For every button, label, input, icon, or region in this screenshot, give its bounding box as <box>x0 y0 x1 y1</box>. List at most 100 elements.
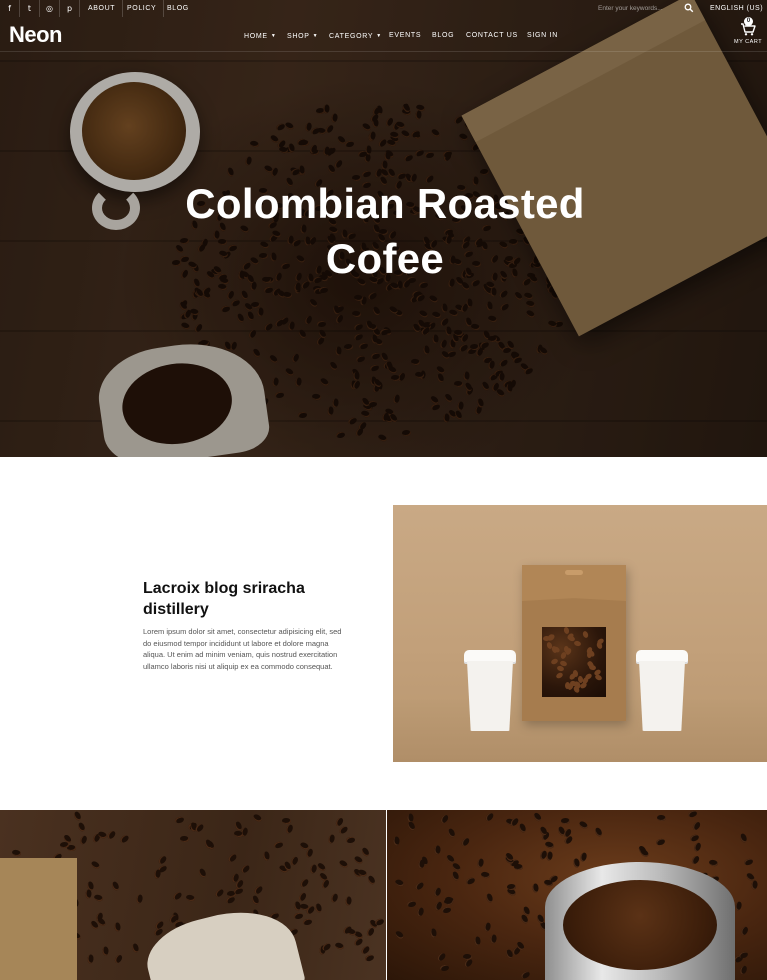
language-selector[interactable]: ENGLISH (US) <box>710 0 763 17</box>
coffee-bean <box>550 657 559 666</box>
site-logo[interactable]: Neon <box>9 23 63 47</box>
coffee-bean <box>157 854 169 866</box>
search-input[interactable] <box>598 3 676 14</box>
coffee-bean <box>489 934 498 945</box>
coffee-bean <box>226 852 238 864</box>
coffee-bean <box>252 812 264 824</box>
coffee-bean <box>294 912 304 920</box>
coffee-bean <box>507 883 517 891</box>
coffee-bean <box>689 833 700 843</box>
coffee-bean <box>153 868 162 880</box>
kraft-coffee-pouch <box>522 565 626 721</box>
coffee-bean <box>214 888 226 899</box>
nav-shop[interactable]: SHOP ▼ <box>287 31 318 41</box>
coffee-bean <box>465 876 476 886</box>
cart-count-badge: 0 <box>744 17 753 26</box>
coffee-bean <box>393 929 405 941</box>
twitter-icon[interactable]: t <box>20 0 40 17</box>
coffee-bean <box>93 893 105 903</box>
feature-heading: Lacroix blog sriracha distillery <box>143 578 373 620</box>
beans-photo <box>0 810 386 980</box>
coffee-bean <box>439 964 449 972</box>
paper-cup-right <box>639 661 685 731</box>
product-photo <box>393 505 767 762</box>
coffee-bean <box>485 892 494 903</box>
nav-shop-label: SHOP <box>287 33 310 40</box>
coffee-bean <box>462 953 473 961</box>
pinterest-icon[interactable]: p <box>60 0 80 17</box>
coffee-bean <box>180 835 190 843</box>
cart-label[interactable]: MY CART <box>734 39 762 45</box>
facebook-icon[interactable]: f <box>0 0 20 17</box>
coffee-bean <box>460 836 472 848</box>
cup-lid <box>464 650 516 662</box>
coffee-bean <box>334 941 345 951</box>
coffee-bean <box>252 884 264 895</box>
coffee-bean <box>739 925 750 937</box>
coffee-bean <box>544 840 555 850</box>
nav-home-label: HOME <box>244 33 268 40</box>
instagram-icon[interactable]: ◎ <box>40 0 60 17</box>
coffee-bean <box>293 900 301 911</box>
coffee-bean <box>655 838 666 847</box>
coffee-bean <box>239 864 251 875</box>
coffee-bean <box>638 847 650 859</box>
coffee-bean <box>364 953 376 962</box>
nav-sign-in[interactable]: SIGN IN <box>527 31 558 41</box>
coffee-bean <box>344 896 352 907</box>
nav-home[interactable]: HOME ▼ <box>244 31 276 41</box>
coffee-bean <box>101 946 109 956</box>
coffee-bean <box>417 858 426 870</box>
coffee-bean <box>708 859 720 868</box>
coffee-bean <box>298 877 310 889</box>
coffee-bean <box>656 814 667 822</box>
coffee-bean <box>691 820 702 832</box>
coffee-bean <box>87 954 95 964</box>
coffee-bean <box>366 874 376 886</box>
coffee-bean <box>198 868 208 879</box>
coffee-bean <box>579 851 588 862</box>
search-icon[interactable] <box>684 3 694 13</box>
coffee-bean <box>84 889 92 899</box>
coffee-bean <box>751 880 759 891</box>
nav-contact-us[interactable]: CONTACT US <box>466 31 518 41</box>
coffee-bean <box>430 927 438 938</box>
coffee-bean <box>11 848 23 857</box>
coffee-bean <box>89 860 101 871</box>
coffee-bean <box>262 851 270 862</box>
nav-category-label: CATEGORY <box>329 33 374 40</box>
coffee-bean <box>106 829 117 841</box>
caret-down-icon: ▼ <box>270 33 277 39</box>
coffee-bean <box>519 970 531 980</box>
coffee-bean <box>273 841 284 850</box>
coffee-bean <box>285 823 295 835</box>
coffee-bean <box>204 838 213 849</box>
top-link-about[interactable]: ABOUT <box>81 0 124 17</box>
top-bar: f t ◎ p ABOUT POLICY BLOG ENGLISH (US) <box>0 0 767 17</box>
coffee-bean <box>174 815 185 824</box>
coffee-bean <box>441 906 452 914</box>
caret-down-icon: ▼ <box>312 33 319 39</box>
coffee-bean <box>345 836 356 844</box>
top-link-blog[interactable]: BLOG <box>160 0 196 17</box>
coffee-bean <box>532 883 539 894</box>
nav-blog[interactable]: BLOG <box>432 31 454 41</box>
coffee-bean <box>447 828 457 839</box>
cup-lid <box>636 650 688 662</box>
hero-title-line-2: Cofee <box>325 235 445 282</box>
hero-banner: Colombian Roasted Cofee <box>0 0 767 457</box>
coffee-bean <box>555 671 564 680</box>
coffee-bean <box>439 813 451 825</box>
top-link-policy[interactable]: POLICY <box>120 0 165 17</box>
coffee-bean <box>743 858 754 867</box>
coffee-bean <box>352 937 364 948</box>
coffee-bean <box>73 810 83 822</box>
coffee-bean <box>564 647 573 656</box>
coffee-bean <box>560 817 570 824</box>
coffee-bean <box>416 907 425 918</box>
nav-events[interactable]: EVENTS <box>389 31 421 41</box>
coffee-bean <box>114 922 121 932</box>
paper-cup-left <box>467 661 513 731</box>
nav-category[interactable]: CATEGORY ▼ <box>329 31 382 41</box>
coffee-bean <box>251 894 260 905</box>
